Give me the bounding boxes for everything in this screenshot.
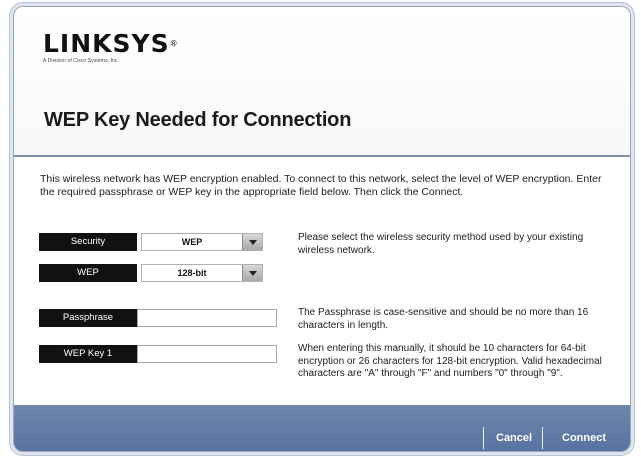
chevron-down-icon[interactable] (242, 265, 262, 281)
linksys-logo: Linksys® A Division of Cisco Systems, In… (43, 29, 179, 65)
dialog-header: Linksys® A Division of Cisco Systems, In… (14, 7, 630, 157)
security-select[interactable]: WEP (141, 233, 263, 251)
wep-key-1-label: WEP Key 1 (39, 345, 137, 363)
connect-button[interactable]: Connect (562, 427, 606, 449)
passphrase-help-text: The Passphrase is case-sensitive and sho… (298, 307, 589, 331)
page-title: WEP Key Needed for Connection (44, 109, 352, 131)
cancel-button[interactable]: Cancel (496, 427, 532, 449)
button-divider (542, 427, 543, 449)
button-divider (483, 427, 484, 449)
header-divider (14, 155, 630, 157)
brand-name: Linksys (43, 29, 170, 58)
chevron-down-icon[interactable] (242, 234, 262, 250)
wep-bit-select[interactable]: 128-bit (141, 264, 263, 282)
passphrase-label: Passphrase (39, 309, 137, 327)
intro-text: This wireless network has WEP encryption… (40, 173, 602, 198)
wep-key-1-input[interactable] (137, 345, 277, 363)
wep-key-dialog: Linksys® A Division of Cisco Systems, In… (13, 6, 631, 452)
dialog-footer: Cancel Connect (14, 405, 630, 451)
security-select-value: WEP (181, 237, 203, 247)
brand-tagline: A Division of Cisco Systems, Inc. (43, 58, 120, 64)
passphrase-input[interactable] (137, 309, 277, 327)
wep-label: WEP (39, 264, 137, 282)
wep-bit-select-value: 128-bit (177, 268, 207, 278)
registered-mark: ® (169, 39, 179, 48)
security-label: Security (39, 233, 137, 251)
security-help-text: Please select the wireless security meth… (298, 232, 584, 256)
wep-key-help-text: When entering this manually, it should b… (298, 343, 602, 379)
